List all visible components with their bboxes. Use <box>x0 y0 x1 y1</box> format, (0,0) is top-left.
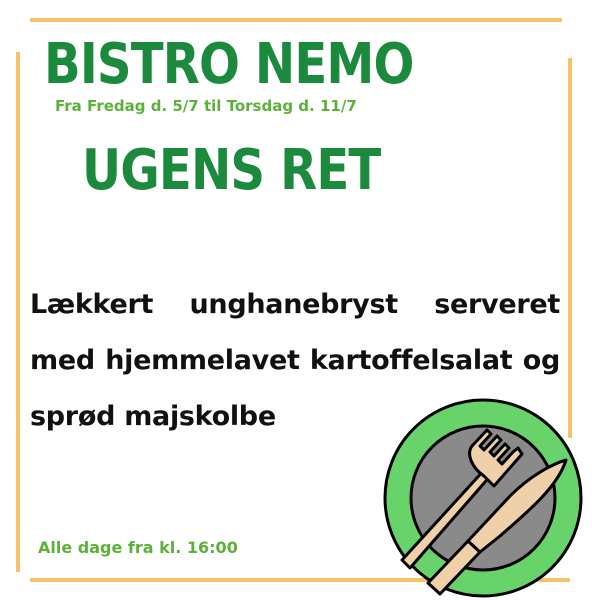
frame-border-top <box>30 18 562 22</box>
frame-border-left <box>16 52 20 572</box>
plate-icon <box>383 398 583 598</box>
dish-heading: UGENS RET <box>82 138 381 203</box>
restaurant-name: BISTRO NEMO <box>44 32 414 97</box>
opening-hours: Alle dage fra kl. 16:00 <box>38 538 238 557</box>
date-range: Fra Fredag d. 5/7 til Torsdag d. 11/7 <box>55 97 357 115</box>
frame-border-right <box>568 58 572 438</box>
